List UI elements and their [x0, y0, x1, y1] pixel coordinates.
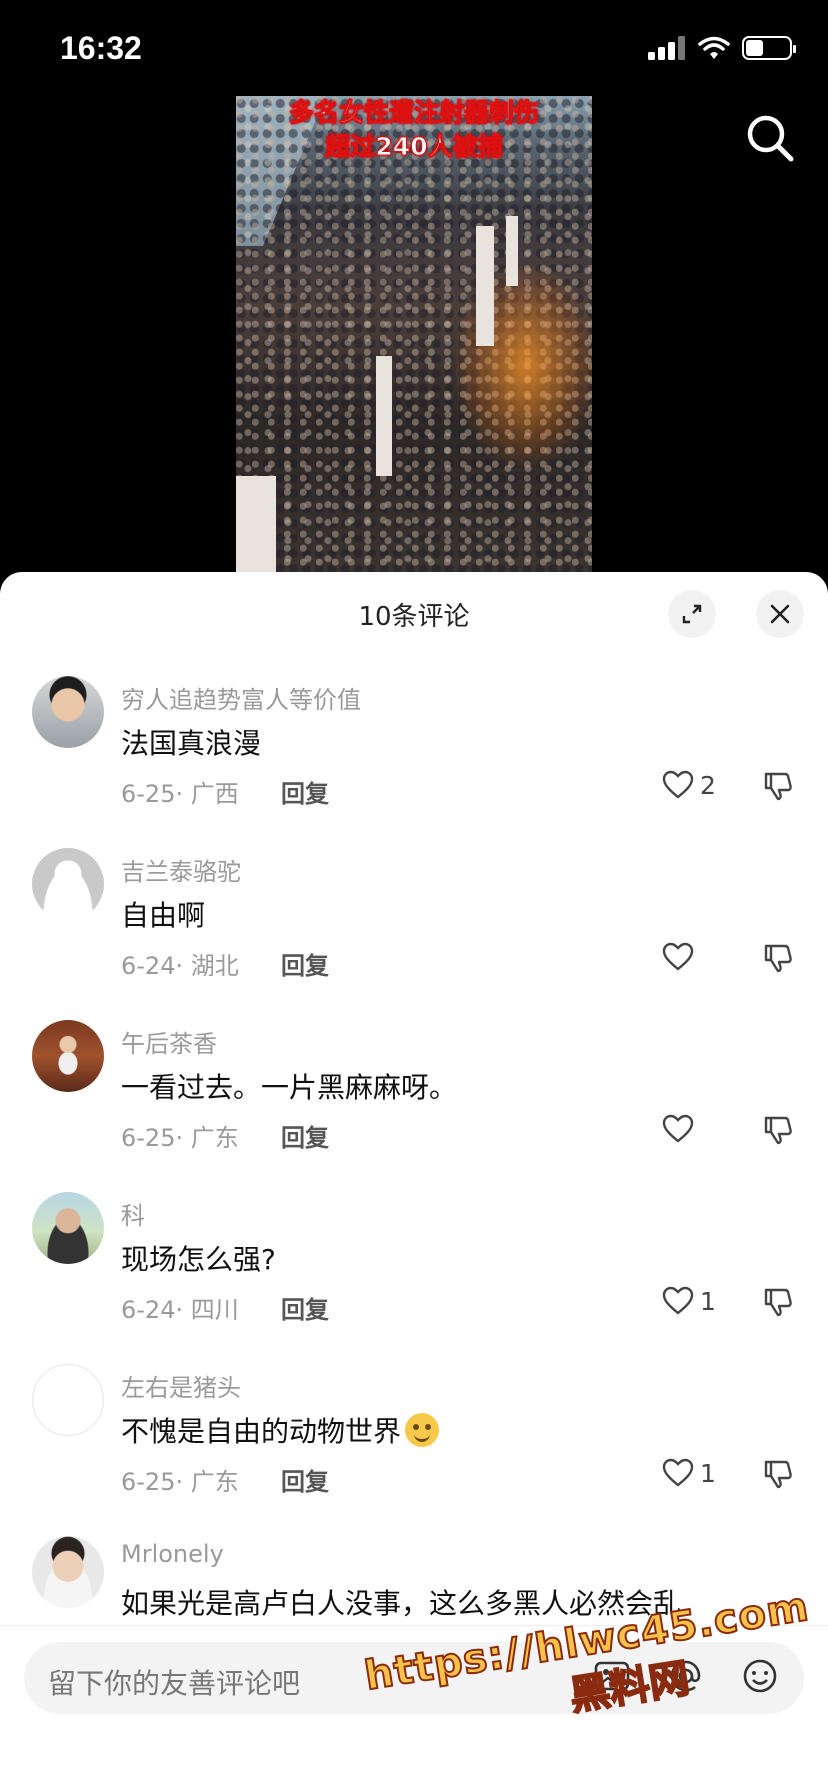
- umbrella-shape: [506, 216, 518, 286]
- comment-text: 法国真浪漫: [121, 727, 262, 760]
- signal-icon: [648, 36, 685, 60]
- dislike-button[interactable]: [762, 1114, 794, 1150]
- emoji-icon[interactable]: [740, 1656, 780, 1696]
- comment-text: 现场怎么强?: [121, 1243, 276, 1276]
- reply-button[interactable]: 回复: [281, 1290, 329, 1325]
- comments-sheet: 10条评论 穷人追趋势富人等价值 法国真浪漫 6-25· 广西 回复 2 吉兰泰…: [0, 572, 828, 1792]
- comment-meta: 6-25· 广东: [121, 1468, 239, 1496]
- heart-icon: [662, 942, 694, 971]
- expand-button[interactable]: [668, 590, 716, 638]
- comment-text-content: 不愧是自由的动物世界: [121, 1415, 402, 1448]
- search-icon: [747, 115, 794, 162]
- like-count: 1: [700, 1286, 716, 1316]
- comment-input-bar: 留下你的友善评论吧: [0, 1625, 828, 1792]
- comment-username[interactable]: 左右是猪头: [121, 1368, 241, 1403]
- image-icon[interactable]: [592, 1656, 632, 1696]
- comment-input-placeholder: 留下你的友善评论吧: [48, 1667, 301, 1700]
- caption-line-1: 多名女性遭注射器刺伤: [288, 98, 539, 128]
- umbrella-shape: [376, 356, 392, 476]
- input-icons: [592, 1656, 780, 1696]
- thumbs-down-icon: [764, 772, 792, 801]
- comment-item: 左右是猪头 不愧是自由的动物世界 6-25· 广东 回复 1: [0, 1364, 828, 1536]
- heart-icon: [662, 1286, 694, 1315]
- close-icon: [770, 604, 790, 624]
- umbrella-shape: [236, 476, 276, 572]
- avatar[interactable]: [32, 1364, 104, 1436]
- comment-username[interactable]: 科: [121, 1196, 145, 1231]
- heart-icon: [662, 770, 694, 799]
- thumbs-down-icon: [764, 1288, 792, 1317]
- like-count: 1: [700, 1458, 716, 1488]
- status-bar: 16:32: [0, 0, 828, 100]
- caption-line-2: 超过240人被捕: [325, 132, 503, 162]
- like-button[interactable]: 1: [662, 1458, 716, 1488]
- avatar[interactable]: [32, 1020, 104, 1092]
- dislike-button[interactable]: [762, 1286, 794, 1322]
- comment-meta: 6-25· 广西: [121, 780, 239, 808]
- comment-text: 自由啊: [121, 899, 206, 932]
- umbrella-shape: [476, 226, 494, 346]
- thumbs-down-icon: [764, 944, 792, 973]
- comment-meta: 6-25· 广东: [121, 1124, 239, 1152]
- comment-username[interactable]: Mrlonely: [121, 1540, 224, 1568]
- close-button[interactable]: [756, 590, 804, 638]
- comment-text: 一看过去。一片黑麻麻呀。: [121, 1071, 458, 1104]
- reply-button[interactable]: 回复: [281, 946, 329, 981]
- video-caption: 多名女性遭注射器刺伤 超过240人被捕: [236, 96, 592, 164]
- thumbs-down-icon: [764, 1116, 792, 1145]
- like-button[interactable]: 1: [662, 1286, 716, 1316]
- smile-emoji: [405, 1413, 440, 1447]
- comment-username[interactable]: 穷人追趋势富人等价值: [121, 680, 361, 715]
- like-button[interactable]: [662, 1114, 700, 1144]
- comment-text: 如果光是高卢白人没事，这么多黑人必然会乱: [121, 1587, 682, 1620]
- reply-button[interactable]: 回复: [281, 774, 329, 809]
- avatar[interactable]: [32, 1536, 104, 1608]
- like-button[interactable]: 2: [662, 770, 716, 800]
- comment-item: 科 现场怎么强? 6-24· 四川 回复 1: [0, 1192, 828, 1364]
- video-player[interactable]: 多名女性遭注射器刺伤 超过240人被捕: [236, 96, 592, 572]
- dislike-button[interactable]: [762, 942, 794, 978]
- wifi-icon: [698, 36, 730, 59]
- search-button[interactable]: [744, 112, 796, 164]
- avatar[interactable]: [32, 848, 104, 920]
- status-time: 16:32: [60, 30, 142, 66]
- comment-meta: 6-24· 四川: [121, 1296, 239, 1324]
- heart-icon: [662, 1458, 694, 1487]
- like-count: 2: [700, 770, 716, 800]
- comment-item: 午后茶香 一看过去。一片黑麻麻呀。 6-25· 广东 回复: [0, 1020, 828, 1192]
- reply-button[interactable]: 回复: [281, 1462, 329, 1497]
- like-button[interactable]: [662, 942, 700, 972]
- comment-item: 穷人追趋势富人等价值 法国真浪漫 6-25· 广西 回复 2: [0, 676, 828, 848]
- expand-icon: [682, 604, 702, 624]
- comment-item: 吉兰泰骆驼 自由啊 6-24· 湖北 回复: [0, 848, 828, 1020]
- thumbs-down-icon: [764, 1460, 792, 1489]
- comment-meta: 6-24· 湖北: [121, 952, 239, 980]
- comment-username[interactable]: 吉兰泰骆驼: [121, 852, 241, 887]
- comments-header: 10条评论: [0, 572, 828, 658]
- status-icons: [648, 36, 796, 60]
- comment-text: 不愧是自由的动物世界: [121, 1410, 440, 1450]
- avatar[interactable]: [32, 1192, 104, 1264]
- heart-icon: [662, 1114, 694, 1143]
- mention-icon[interactable]: [666, 1656, 706, 1696]
- comment-username[interactable]: 午后茶香: [121, 1024, 217, 1059]
- dislike-button[interactable]: [762, 1458, 794, 1494]
- reply-button[interactable]: 回复: [281, 1118, 329, 1153]
- dislike-button[interactable]: [762, 770, 794, 806]
- comment-input[interactable]: 留下你的友善评论吧: [24, 1642, 804, 1714]
- avatar[interactable]: [32, 676, 104, 748]
- battery-icon: [742, 36, 796, 60]
